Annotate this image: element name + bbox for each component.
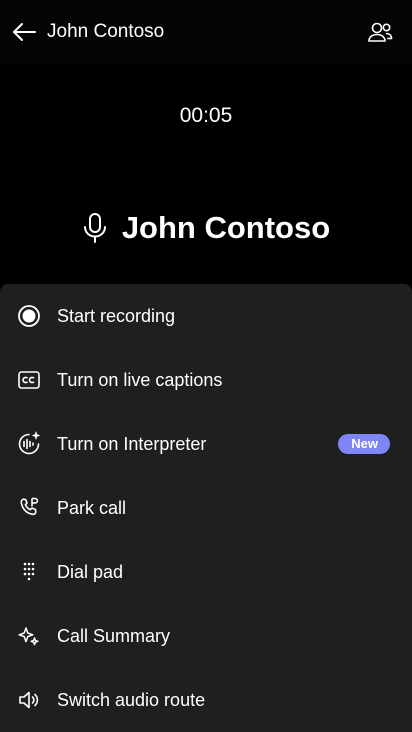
menu-item-label: Park call [57,498,127,518]
back-button[interactable] [10,18,38,46]
caller-info: John Contoso [0,206,412,250]
menu-item-park-call[interactable]: Park call [0,476,412,540]
menu-item-interpreter[interactable]: Turn on Interpreter New [0,412,412,476]
call-screen: John Contoso 00:05 John Contoso Start re… [0,0,412,732]
dialpad-icon [16,559,42,585]
speaker-icon [16,687,42,713]
arrow-left-icon [11,20,37,44]
microphone-icon [82,212,108,244]
new-badge: New [338,434,390,454]
caller-name: John Contoso [121,210,331,245]
call-options-sheet: Start recording Turn on live captions Tu… [0,284,412,732]
participants-button[interactable] [366,18,394,46]
menu-item-label: Turn on live captions [57,370,223,390]
menu-item-call-summary[interactable]: Call Summary [0,604,412,668]
record-icon [16,303,42,329]
menu-item-switch-audio-route[interactable]: Switch audio route [0,668,412,732]
menu-item-label: Turn on Interpreter [57,434,207,454]
people-icon [367,20,393,44]
top-bar: John Contoso [0,0,412,64]
menu-item-label: Switch audio route [57,690,206,710]
interpreter-icon [16,431,42,457]
park-call-icon [16,495,42,521]
menu-item-label: Start recording [57,306,176,326]
menu-item-label: Call Summary [57,626,171,646]
sparkle-icon [16,623,42,649]
menu-item-start-recording[interactable]: Start recording [0,284,412,348]
call-timer: 00:05 [179,104,233,127]
call-stage [0,64,412,284]
menu-item-dial-pad[interactable]: Dial pad [0,540,412,604]
closed-captions-icon [16,367,42,393]
page-title: John Contoso [47,21,165,42]
menu-item-label: Dial pad [57,562,124,582]
menu-item-live-captions[interactable]: Turn on live captions [0,348,412,412]
